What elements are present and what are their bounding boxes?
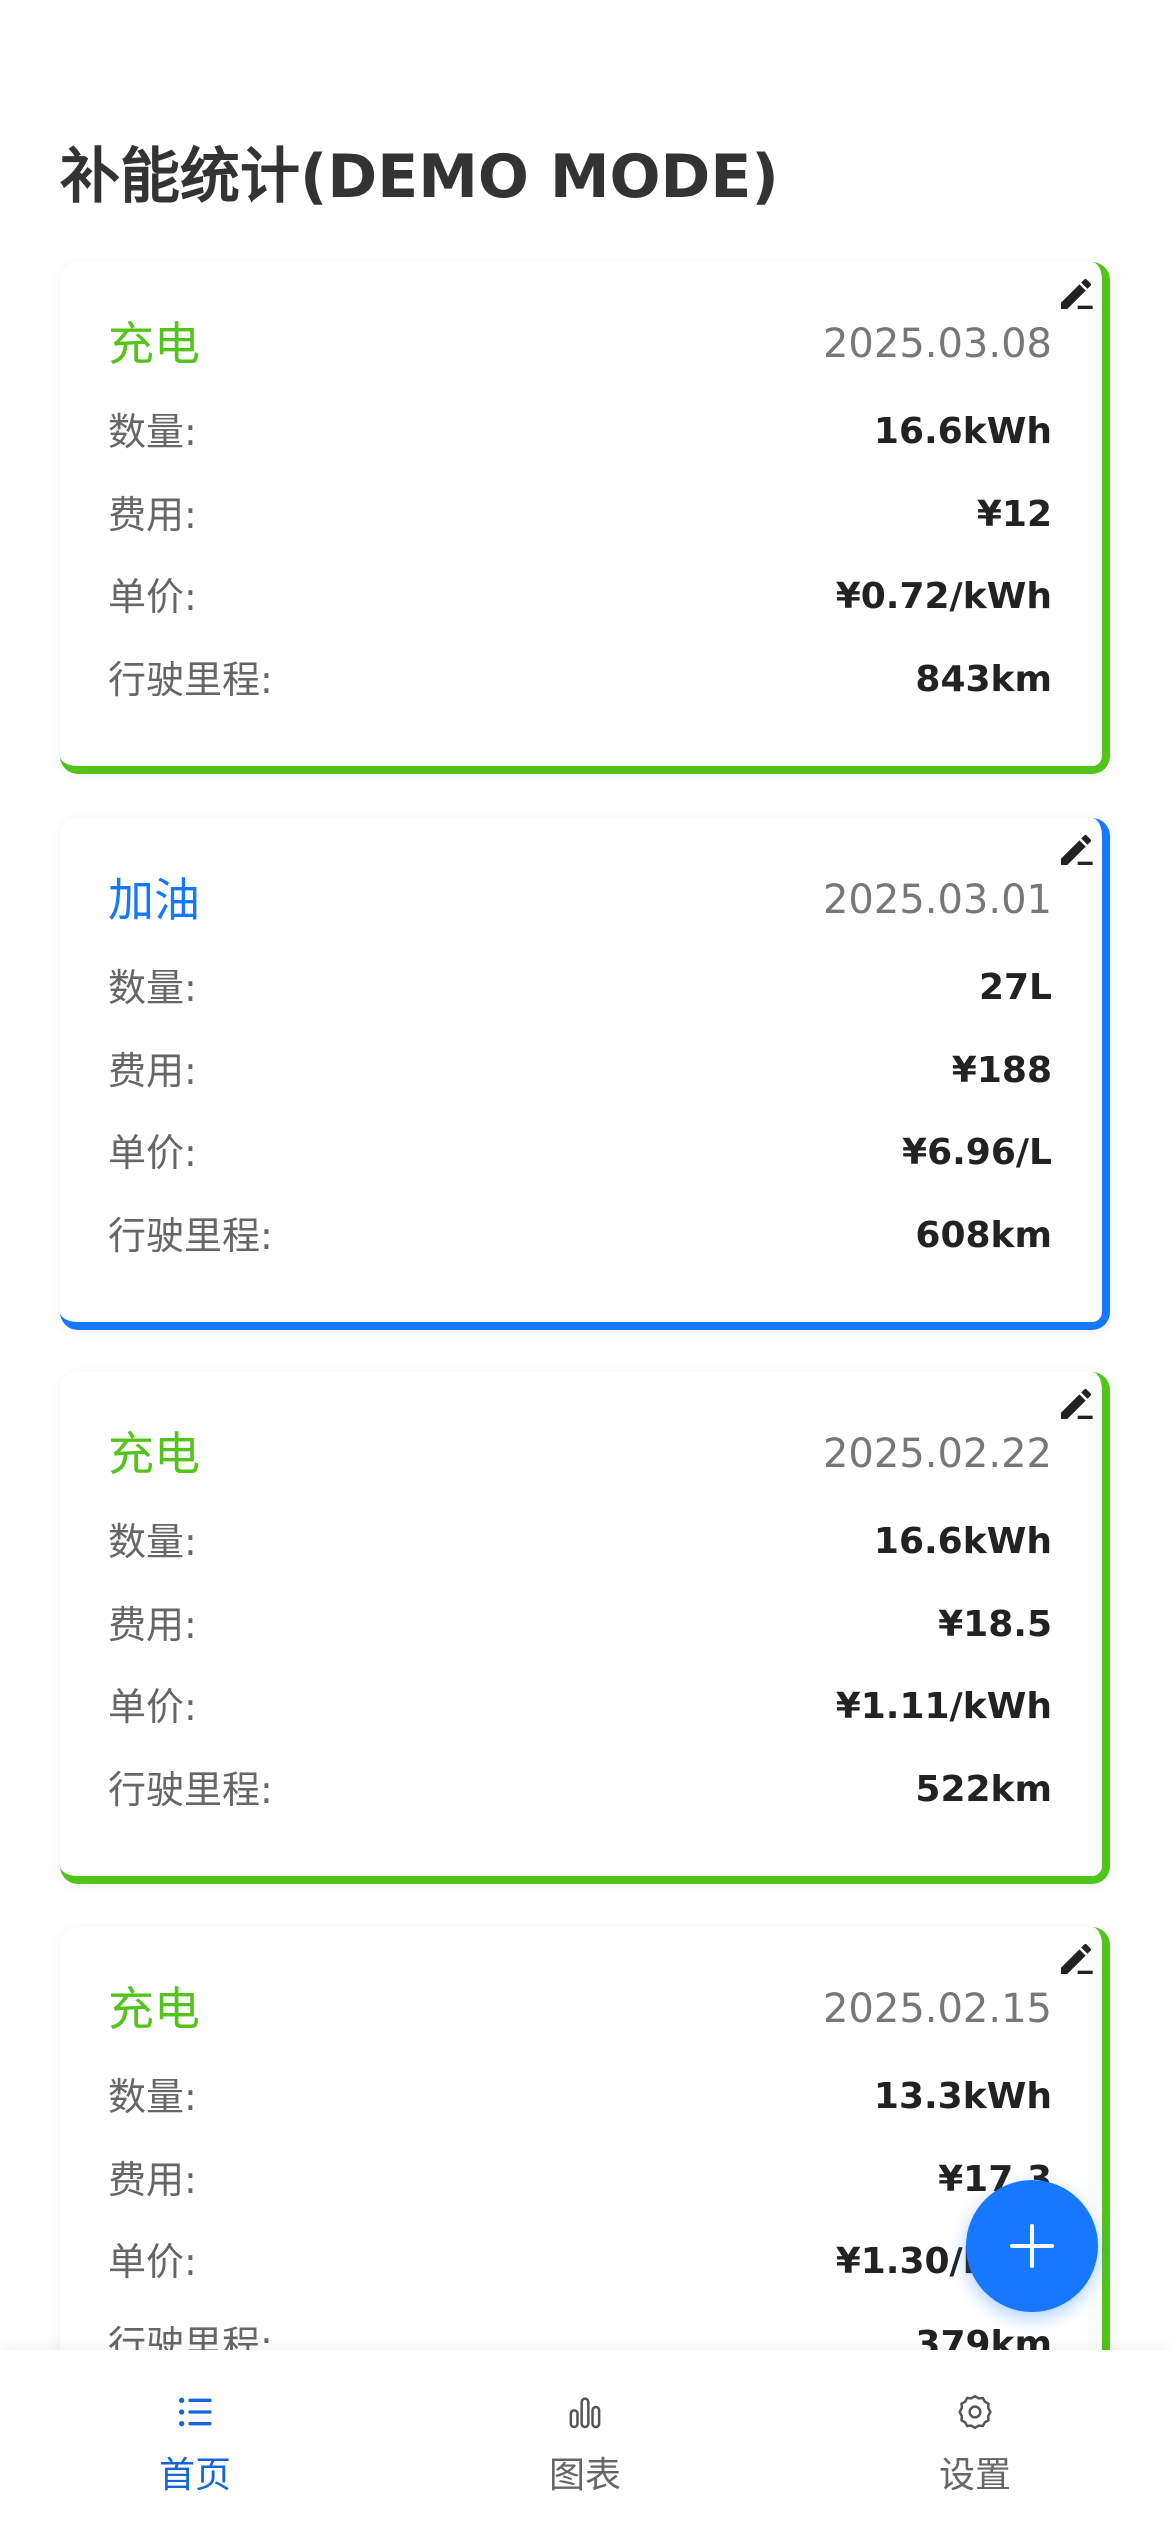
row-value: 608km [915, 1215, 1052, 1256]
record-type: 充电 [108, 317, 200, 371]
record-card[interactable]: 充电 2025.02.22 数量: 16.6kWh 费用: ¥18.5 单价: ¥1.… [60, 1372, 1110, 1884]
record-type: 加油 [108, 873, 200, 927]
record-type: 充电 [108, 1982, 200, 2036]
tab-bar: 首页 图表 设置 [0, 2350, 1170, 2532]
row-label: 行驶里程: [108, 658, 273, 702]
record-row-quantity: 数量: 16.6kWh [108, 1514, 1052, 1570]
row-value: ¥6.96/L [902, 1132, 1052, 1173]
row-label: 单价: [108, 2240, 197, 2284]
row-label: 费用: [108, 493, 197, 537]
record-row-mileage: 行驶里程: 608km [108, 1208, 1052, 1264]
tab-label: 设置 [938, 2455, 1011, 2496]
record-row-mileage: 行驶里程: 843km [108, 652, 1052, 708]
record-row-cost: 费用: ¥12 [108, 487, 1052, 543]
record-date: 2025.03.01 [822, 877, 1052, 923]
row-value: 27L [978, 967, 1052, 1008]
row-value: 522km [915, 1769, 1052, 1810]
edit-button[interactable] [1054, 1937, 1098, 1981]
edit-icon [1061, 278, 1093, 309]
row-label: 数量: [108, 410, 197, 454]
record-row-quantity: 数量: 27L [108, 960, 1052, 1016]
row-value: ¥12 [976, 494, 1052, 535]
row-label: 费用: [108, 1049, 197, 1093]
row-value: ¥188 [951, 1050, 1052, 1091]
edit-button[interactable] [1054, 1382, 1098, 1426]
plus-icon [1010, 2224, 1054, 2268]
record-type: 充电 [108, 1427, 200, 1481]
record-row-unit-price: 单价: ¥0.72/kWh [108, 569, 1052, 625]
row-value: ¥18.5 [938, 1604, 1052, 1645]
record-date: 2025.02.15 [822, 1986, 1052, 2032]
edit-button[interactable] [1054, 828, 1098, 872]
row-label: 行驶里程: [108, 1768, 273, 1812]
tab-settings[interactable]: 设置 [780, 2350, 1170, 2532]
row-label: 费用: [108, 2158, 197, 2202]
row-value: 13.3kWh [873, 2076, 1052, 2117]
row-value: ¥0.72/kWh [835, 576, 1052, 617]
row-value: 843km [915, 659, 1052, 700]
record-row-mileage: 行驶里程: 522km [108, 1762, 1052, 1818]
record-row-unit-price: 单价: ¥6.96/L [108, 1125, 1052, 1181]
gear-icon [958, 2394, 992, 2430]
row-label: 数量: [108, 1520, 197, 1564]
record-row-unit-price: 单价: ¥1.30/kWh [108, 2234, 1052, 2290]
row-label: 数量: [108, 966, 197, 1010]
row-value: 16.6kWh [873, 411, 1052, 452]
record-date: 2025.03.08 [822, 321, 1052, 367]
row-label: 单价: [108, 575, 197, 619]
record-card[interactable]: 充电 2025.03.08 数量: 16.6kWh 费用: ¥12 单价: ¥0.72… [60, 262, 1110, 774]
edit-icon [1061, 1388, 1093, 1419]
row-value: 16.6kWh [873, 1521, 1052, 1562]
tab-label: 首页 [158, 2455, 231, 2496]
bar-chart-icon [569, 2397, 601, 2429]
row-value: ¥1.11/kWh [835, 1686, 1052, 1727]
row-label: 费用: [108, 1603, 197, 1647]
record-row-quantity: 数量: 16.6kWh [108, 404, 1052, 460]
record-row-cost: 费用: ¥18.5 [108, 1597, 1052, 1653]
record-row-cost: 费用: ¥188 [108, 1043, 1052, 1099]
row-label: 行驶里程: [108, 1214, 273, 1258]
edit-icon [1061, 834, 1093, 865]
page-title: 补能统计(DEMO MODE) [60, 142, 779, 212]
add-record-button[interactable] [966, 2180, 1098, 2312]
tab-charts[interactable]: 图表 [390, 2350, 780, 2532]
tab-home[interactable]: 首页 [0, 2350, 390, 2532]
row-label: 数量: [108, 2075, 197, 2119]
row-label: 单价: [108, 1131, 197, 1175]
record-date: 2025.02.22 [822, 1431, 1052, 1477]
record-row-cost: 费用: ¥17.3 [108, 2152, 1052, 2208]
record-row-unit-price: 单价: ¥1.11/kWh [108, 1679, 1052, 1735]
list-icon [179, 2397, 212, 2427]
row-label: 单价: [108, 1685, 197, 1729]
tab-label: 图表 [548, 2455, 621, 2496]
edit-icon [1061, 1943, 1093, 1974]
record-row-quantity: 数量: 13.3kWh [108, 2069, 1052, 2125]
record-card[interactable]: 加油 2025.03.01 数量: 27L 费用: ¥188 单价: ¥6.96/L … [60, 818, 1110, 1330]
edit-button[interactable] [1054, 272, 1098, 316]
